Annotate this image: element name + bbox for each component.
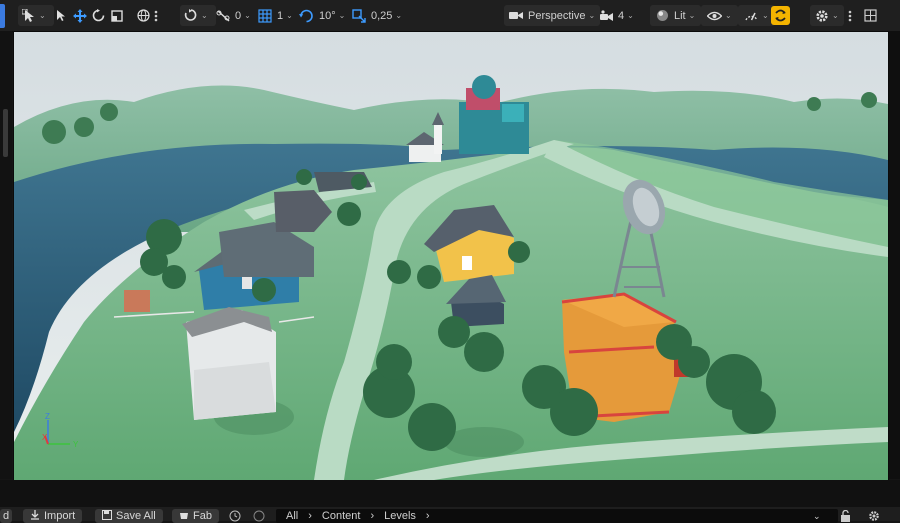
- realtime-dropdown[interactable]: ⌄: [738, 5, 775, 26]
- viewport-settings-dropdown[interactable]: ⌄: [810, 5, 844, 26]
- scene-render[interactable]: [14, 32, 888, 480]
- breadcrumb-separator-icon: ›: [308, 510, 312, 522]
- small-red-shed[interactable]: [124, 290, 150, 312]
- forward-circle-icon: [253, 510, 265, 522]
- select-arrow-icon: [55, 9, 67, 22]
- transform-snap-icon: [216, 9, 231, 23]
- import-icon: [30, 509, 40, 523]
- fab-button[interactable]: Fab: [172, 509, 219, 523]
- camera-speed-value: 4: [618, 9, 625, 22]
- left-panel-grip[interactable]: [3, 109, 8, 157]
- move-icon: [73, 8, 87, 23]
- import-button[interactable]: Import: [23, 509, 83, 523]
- layout-icon: [864, 9, 877, 22]
- lit-sphere-icon: [656, 9, 669, 22]
- level-viewport[interactable]: Z Y X: [13, 31, 889, 481]
- view-mode-dropdown[interactable]: Perspective ⌄: [504, 5, 601, 26]
- content-path-breadcrumb[interactable]: All › Content › Levels ›: [276, 509, 838, 523]
- grid-snap-icon: [258, 8, 272, 23]
- scale-snap-icon: [352, 8, 366, 23]
- path-dropdown-button[interactable]: ⌄: [813, 509, 821, 523]
- history-icon: [229, 510, 241, 522]
- more-icon: [154, 10, 158, 22]
- viewport-options-button[interactable]: [848, 5, 852, 26]
- select-mode-dropdown[interactable]: ⌄: [18, 5, 54, 26]
- content-browser-bar: d Import Save All Fab All › Content › Le…: [0, 480, 900, 523]
- eye-icon: [707, 11, 722, 21]
- camera-speed-icon: [600, 9, 614, 22]
- rotate-tool-button[interactable]: [92, 5, 105, 26]
- browser-settings-button[interactable]: [868, 509, 880, 523]
- right-panel-edge: [888, 31, 900, 479]
- chevron-down-icon: ⌄: [813, 510, 821, 521]
- snap-surface-icon: [184, 9, 198, 22]
- fab-icon: [179, 510, 189, 523]
- move-tool-button[interactable]: [73, 5, 87, 26]
- fab-label: Fab: [193, 510, 212, 522]
- save-icon: [102, 509, 112, 523]
- svg-text:Z: Z: [45, 412, 50, 421]
- scale-snap-value: 0,25: [371, 9, 393, 22]
- viewport-layout-button[interactable]: [864, 5, 877, 26]
- snap-toggle-icon: [774, 9, 787, 22]
- transform-options-button[interactable]: [154, 5, 158, 26]
- grid-snap-value: 1: [277, 9, 284, 22]
- select-tool-button[interactable]: [55, 5, 67, 26]
- grid-snap-dropdown[interactable]: 1 ⌄: [258, 5, 293, 26]
- left-panel-edge: [0, 31, 12, 479]
- camera-speed-dropdown[interactable]: 4 ⌄: [600, 5, 634, 26]
- settings-icon: [815, 9, 829, 23]
- transform-snap-value: 0: [235, 9, 242, 22]
- more-vertical-icon: [848, 10, 852, 22]
- rotate-icon: [92, 9, 105, 22]
- select-mode-icon: [22, 8, 36, 23]
- viewport-toolbar: ⌄ ⌄ 0 ⌄ 1 ⌄ 10° ⌄ 0,25 ⌄ Perspective ⌄ 4…: [0, 0, 900, 32]
- history-back-button[interactable]: [229, 509, 241, 523]
- svg-text:Y: Y: [73, 440, 79, 449]
- viewport-tab-indicator: [0, 4, 5, 28]
- rotation-snap-dropdown[interactable]: 10° ⌄: [299, 5, 345, 26]
- lock-icon: [840, 510, 851, 522]
- left-tab-fragment[interactable]: d: [0, 509, 12, 523]
- import-label: Import: [44, 510, 76, 522]
- scale-tool-button[interactable]: [111, 5, 123, 26]
- rotation-snap-value: 10°: [319, 9, 336, 22]
- show-flags-dropdown[interactable]: ⌄: [701, 5, 738, 26]
- history-forward-button[interactable]: [253, 509, 265, 523]
- camera-icon: [509, 10, 523, 21]
- lock-button[interactable]: [840, 509, 851, 523]
- realtime-icon: [744, 9, 759, 22]
- left-tab-fragment-label: d: [3, 510, 10, 522]
- world-icon: [137, 9, 150, 22]
- svg-text:X: X: [42, 433, 48, 442]
- breadcrumb-all[interactable]: All: [286, 510, 298, 522]
- axis-gizmo: Z Y X: [42, 412, 82, 457]
- scale-snap-dropdown[interactable]: 0,25 ⌄: [352, 5, 402, 26]
- breadcrumb-content[interactable]: Content: [322, 510, 361, 522]
- settings-icon: [868, 510, 880, 522]
- house-white-left[interactable]: [182, 307, 276, 420]
- view-mode-label: Perspective: [528, 9, 586, 22]
- world-local-toggle[interactable]: [137, 5, 150, 26]
- breadcrumb-levels[interactable]: Levels: [384, 510, 416, 522]
- save-all-button[interactable]: Save All: [95, 509, 163, 523]
- rotation-snap-icon: [299, 9, 314, 23]
- transform-snap-dropdown[interactable]: 0 ⌄: [216, 5, 251, 26]
- snap-toggle-button[interactable]: [771, 5, 790, 26]
- lit-label: Lit: [674, 9, 686, 22]
- save-all-label: Save All: [116, 510, 156, 522]
- breadcrumb-separator-icon: ›: [370, 510, 375, 522]
- lit-mode-dropdown[interactable]: Lit ⌄: [650, 5, 702, 26]
- scale-icon: [111, 9, 123, 22]
- surface-snap-dropdown[interactable]: ⌄: [180, 5, 216, 26]
- breadcrumb-separator-icon: ›: [425, 510, 430, 522]
